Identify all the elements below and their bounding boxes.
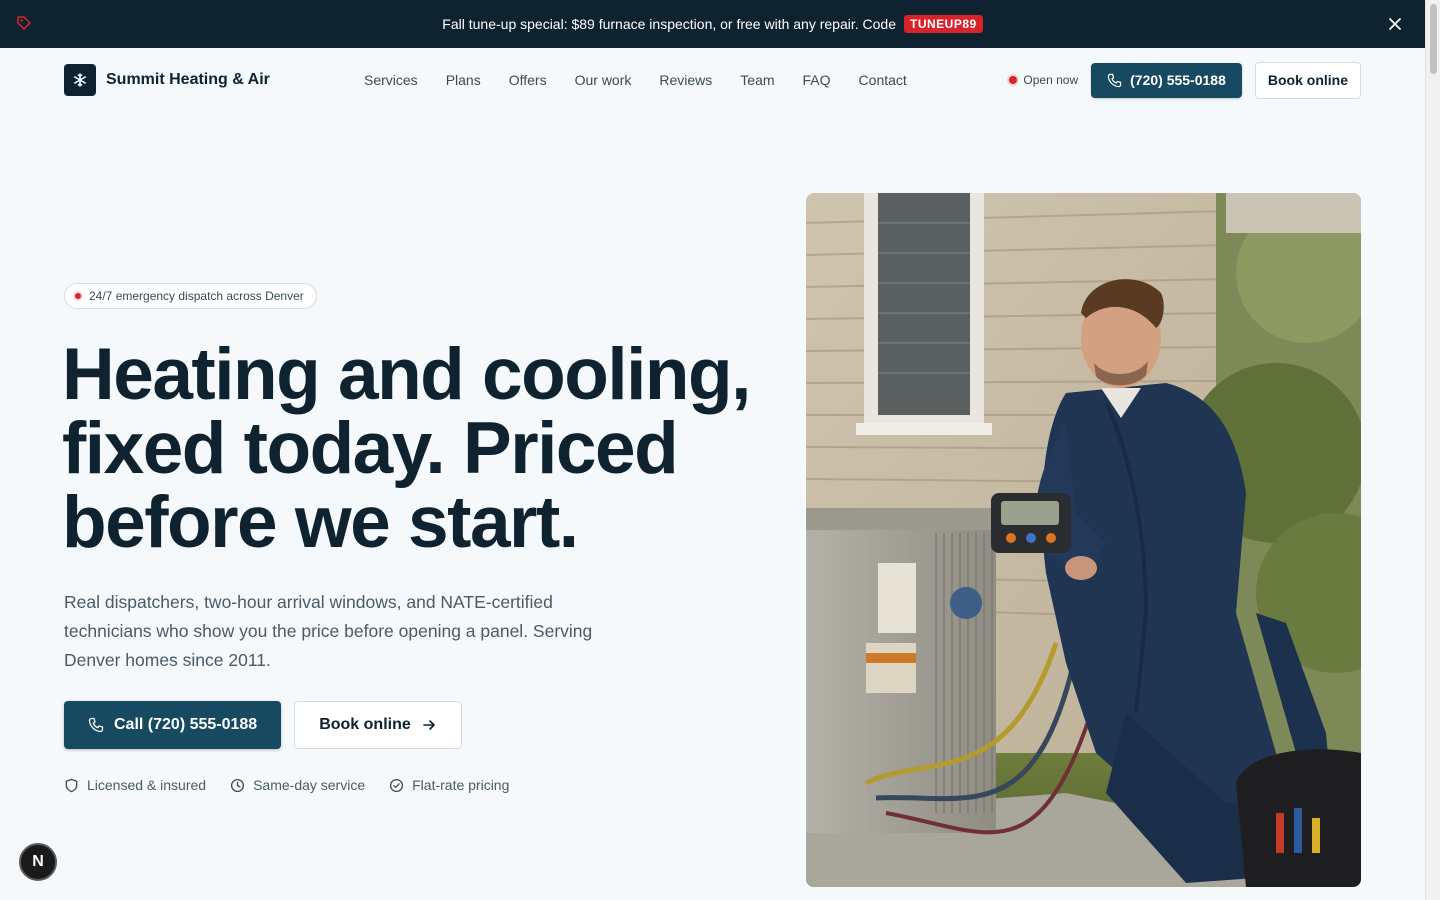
status-dot-icon — [1009, 76, 1018, 84]
snowflake-icon — [74, 73, 86, 87]
trust-item-label: Same-day service — [253, 777, 366, 793]
nav-item-offers[interactable]: Offers — [509, 72, 547, 88]
promo-bar: Fall tune-up special: $89 furnace inspec… — [0, 0, 1425, 48]
hero-technician-photo — [806, 193, 1361, 887]
hero-headline: Heating and cooling, fixed today. Priced… — [62, 338, 762, 560]
nav-item-faq[interactable]: FAQ — [803, 72, 831, 88]
header-call-button[interactable]: (720) 555-0188 — [1091, 62, 1242, 98]
promo-code-badge: TUNEUP89 — [904, 15, 983, 33]
trust-item-label: Flat-rate pricing — [412, 777, 510, 793]
page-scrollbar[interactable] — [1425, 0, 1440, 900]
open-status-label: Open now — [1023, 73, 1079, 87]
brand-logo — [64, 64, 96, 96]
trust-item: Licensed & insured — [64, 777, 206, 793]
call-button[interactable]: Call (720) 555-0188 — [64, 701, 282, 749]
header-actions: Open now (720) 555-0188 Book online — [1009, 61, 1361, 99]
emergency-badge-label: 24/7 emergency dispatch across Denver — [89, 289, 304, 303]
call-button-label: Call (720) 555-0188 — [114, 716, 258, 733]
phone-icon — [88, 717, 104, 733]
header-book-button[interactable]: Book online — [1254, 61, 1361, 99]
site-header: Summit Heating & Air Services Plans Offe… — [64, 61, 1361, 99]
emergency-badge: 24/7 emergency dispatch across Denver — [64, 283, 317, 309]
promo-text: Fall tune-up special: $89 furnace inspec… — [442, 16, 896, 32]
promo-message: Fall tune-up special: $89 furnace inspec… — [442, 15, 983, 33]
check-badge-icon — [390, 778, 404, 792]
tag-icon — [17, 16, 31, 30]
trust-item: Same-day service — [230, 777, 365, 793]
book-online-label: Book online — [319, 716, 411, 733]
hero-subtext: Real dispatchers, two-hour arrival windo… — [64, 592, 593, 670]
shield-icon — [65, 778, 78, 792]
headline-line: Heating and cooling, — [62, 334, 751, 415]
trust-item: Flat-rate pricing — [389, 777, 509, 793]
nav-item-plans[interactable]: Plans — [446, 72, 481, 88]
headline-line: before we start. — [62, 482, 579, 563]
nav-item-team[interactable]: Team — [740, 72, 774, 88]
open-status: Open now — [1009, 73, 1078, 87]
headline-line: fixed today. Priced — [62, 408, 679, 489]
arrow-right-icon — [422, 720, 435, 730]
floating-avatar-button[interactable]: N — [19, 843, 57, 881]
close-icon[interactable] — [1385, 14, 1405, 34]
scrollbar-thumb[interactable] — [1430, 4, 1437, 74]
brand-name: Summit Heating & Air — [106, 71, 270, 88]
brand[interactable]: Summit Heating & Air — [64, 64, 270, 96]
main-nav: Services Plans Offers Our work Reviews T… — [364, 62, 907, 98]
nav-item-contact[interactable]: Contact — [859, 72, 907, 88]
nav-item-services[interactable]: Services — [364, 72, 418, 88]
header-call-label: (720) 555-0188 — [1130, 72, 1226, 88]
nav-item-our-work[interactable]: Our work — [575, 72, 632, 88]
book-online-button[interactable]: Book online — [294, 701, 462, 749]
trust-row: Licensed & insured Same-day service Flat… — [64, 777, 509, 793]
technician-illustration — [806, 193, 1361, 887]
hero-cta-row: Call (720) 555-0188 Book online — [64, 701, 462, 749]
status-dot-icon — [75, 293, 81, 299]
clock-icon — [231, 778, 245, 792]
nav-item-reviews[interactable]: Reviews — [659, 72, 712, 88]
phone-icon — [1107, 73, 1122, 87]
trust-item-label: Licensed & insured — [87, 777, 207, 793]
